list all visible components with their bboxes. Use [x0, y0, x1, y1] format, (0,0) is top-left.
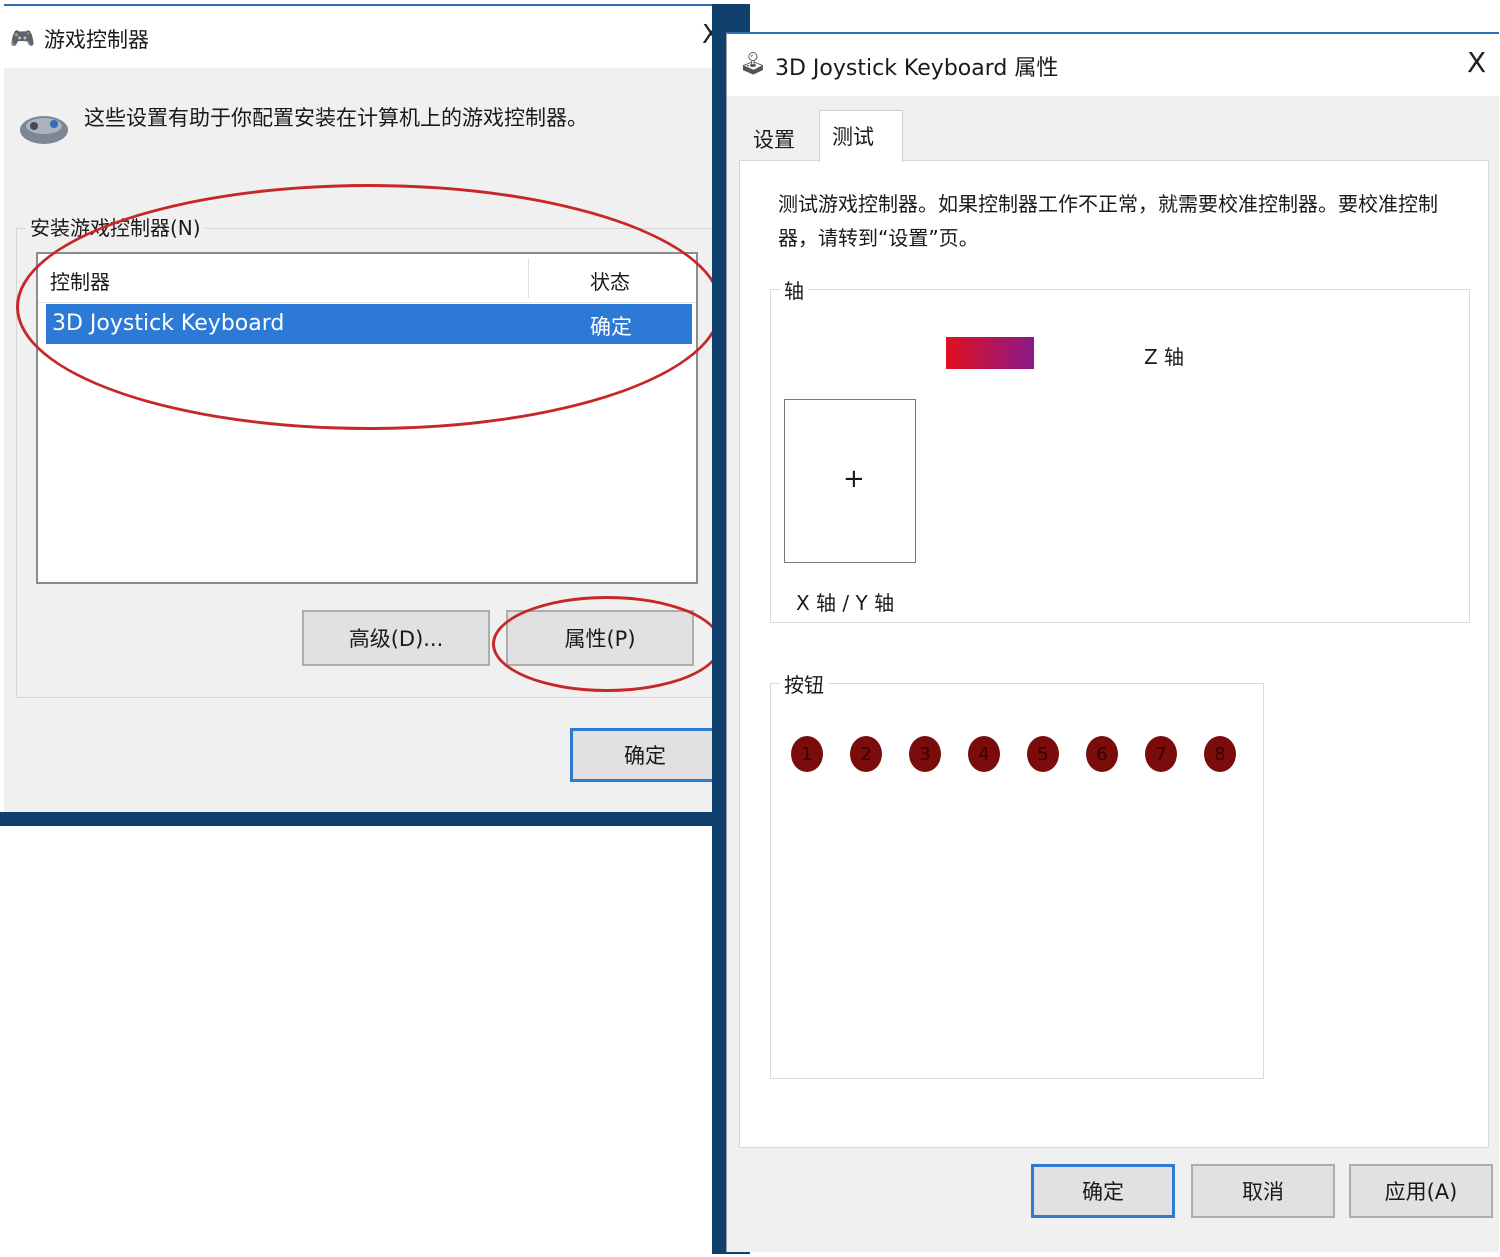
dialog-titlebar: 🕹 3D Joystick Keyboard 属性 X: [727, 34, 1499, 96]
list-header: 控制器 状态: [38, 254, 696, 303]
joystick-button-indicator: 1: [791, 736, 823, 772]
ok-button[interactable]: 确定: [570, 728, 720, 782]
test-description: 测试游戏控制器。如果控制器工作不正常，就需要校准控制器。要校准控制器，请转到“设…: [778, 192, 1438, 250]
buttons-group: 1 2 3 4 5 6 7 8: [770, 683, 1264, 1079]
gamepad-icon: 🎮: [10, 26, 35, 50]
game-controllers-dialog: 🎮 游戏控制器 X 这些设置有助于你配置安装在计算机上的游戏控制器。 安装游戏控…: [4, 4, 744, 814]
controller-name: 3D Joystick Keyboard: [52, 311, 285, 336]
properties-dialog: 🕹 3D Joystick Keyboard 属性 X 设置 测试游戏控制器。如…: [726, 32, 1499, 1252]
crosshair-icon: +: [843, 464, 865, 494]
column-header-status[interactable]: 状态: [590, 266, 630, 295]
controller-status: 确定: [590, 315, 632, 339]
test-tab-panel: 测试游戏控制器。如果控制器工作不正常，就需要校准控制器。要校准控制器，请转到“设…: [739, 160, 1489, 1148]
group-label: 按钮: [780, 669, 828, 698]
joystick-button-indicator: 6: [1086, 736, 1118, 772]
advanced-button[interactable]: 高级(D)...: [302, 610, 490, 666]
xy-axis-label: X 轴 / Y 轴: [796, 591, 895, 615]
joystick-button-indicator: 7: [1145, 736, 1177, 772]
group-label: 安装游戏控制器(N): [26, 212, 205, 241]
joystick-button-indicator: 2: [850, 736, 882, 772]
table-row[interactable]: 3D Joystick Keyboard 确定: [46, 304, 692, 344]
column-header-controller[interactable]: 控制器: [50, 266, 110, 295]
ok-button[interactable]: 确定: [1031, 1164, 1175, 1218]
tab-settings[interactable]: 设置: [743, 116, 823, 160]
joystick-button-indicator: 8: [1204, 736, 1236, 772]
cancel-button[interactable]: 取消: [1191, 1164, 1335, 1218]
joystick-button-indicator: 5: [1027, 736, 1059, 772]
joystick-icon: 🕹: [739, 52, 767, 77]
dialog-title: 游戏控制器: [44, 28, 149, 52]
column-divider[interactable]: [528, 258, 529, 298]
close-icon[interactable]: X: [1467, 46, 1486, 79]
joystick-button-indicator: 3: [909, 736, 941, 772]
group-label: 轴: [780, 275, 808, 304]
xy-axis-box: +: [784, 399, 916, 563]
z-axis-label: Z 轴: [1144, 345, 1185, 369]
properties-button[interactable]: 属性(P): [506, 610, 694, 666]
dialog-title: 3D Joystick Keyboard 属性: [775, 56, 1059, 81]
joystick-button-indicator: 4: [968, 736, 1000, 772]
gamepad-icon: [20, 116, 68, 144]
apply-button[interactable]: 应用(A): [1349, 1164, 1493, 1218]
controller-list[interactable]: 控制器 状态 3D Joystick Keyboard 确定: [36, 252, 698, 584]
dialog-titlebar: 🎮 游戏控制器 X: [4, 6, 744, 68]
dialog-description: 这些设置有助于你配置安装在计算机上的游戏控制器。: [84, 106, 588, 130]
z-axis-bar: [946, 337, 1034, 369]
window-shadow: [0, 812, 720, 826]
tab-test[interactable]: 测试: [819, 110, 903, 162]
